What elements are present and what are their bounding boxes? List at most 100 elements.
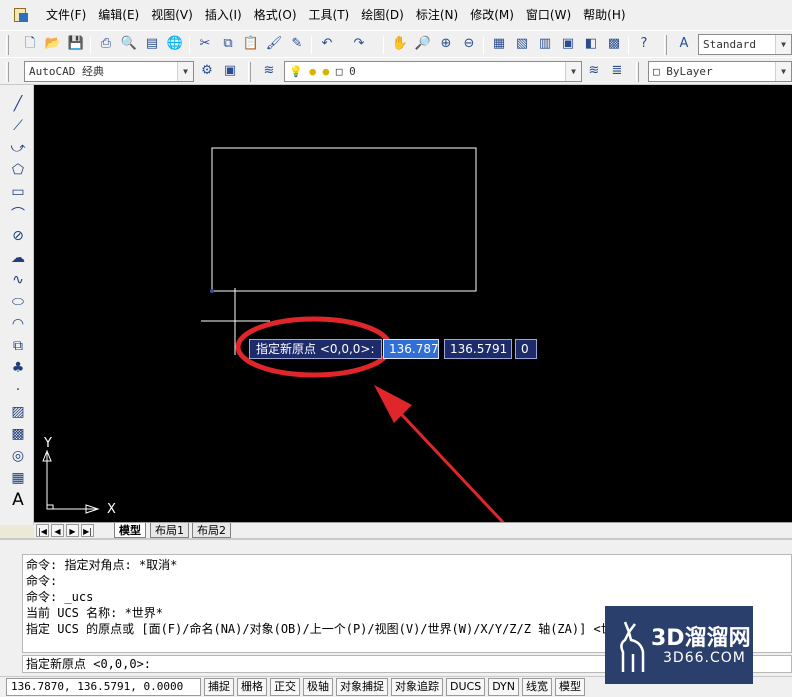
pan-icon[interactable]: ✋ (390, 34, 410, 54)
chevron-down-icon[interactable]: ▼ (775, 62, 791, 81)
toolbar-grip[interactable] (6, 35, 9, 55)
ellipse-icon[interactable]: ⬭ (7, 291, 29, 313)
menu-tools[interactable]: 工具(T) (303, 0, 356, 30)
tab-layout2[interactable]: 布局2 (192, 523, 231, 538)
layer-select[interactable]: 💡 ● ● □ 0 ▼ (284, 61, 582, 82)
menu-file[interactable]: 文件(F) (40, 0, 92, 30)
lineweight-toggle[interactable]: 线宽 (522, 678, 553, 696)
workspace-select[interactable]: AutoCAD 经典 ▼ (24, 61, 194, 82)
snap-toggle[interactable]: 捕捉 (204, 678, 234, 696)
publish-icon[interactable]: ▤ (142, 34, 162, 54)
design-center-icon[interactable]: ▧ (512, 34, 532, 54)
text-style-select[interactable]: Standard ▼ (698, 34, 792, 55)
multiline-text-icon[interactable]: A (7, 489, 29, 511)
block-editor-icon[interactable]: ✎ (287, 34, 307, 54)
arc-icon[interactable]: ⌒ (7, 203, 29, 225)
web-publish-icon[interactable]: 🌐 (165, 34, 185, 54)
menu-help[interactable]: 帮助(H) (577, 0, 631, 30)
insert-block-icon[interactable]: ⧉ (7, 335, 29, 357)
chevron-down-icon[interactable]: ▼ (775, 35, 791, 54)
undo-icon[interactable]: ↶ (317, 34, 337, 54)
rectangle-icon[interactable]: ▭ (7, 181, 29, 203)
open-icon[interactable]: 📂 (43, 34, 63, 54)
line-icon[interactable]: ╱ (7, 93, 29, 115)
text-style-icon[interactable]: A (674, 34, 694, 54)
ortho-toggle[interactable]: 正交 (270, 678, 300, 696)
zoom-realtime-icon[interactable]: 🔎 (413, 34, 433, 54)
dynamic-input-z-field[interactable]: 0 (515, 339, 537, 359)
last-tab-icon[interactable]: ▶| (81, 524, 94, 537)
ellipse-arc-icon[interactable]: ◠ (7, 313, 29, 335)
ducs-toggle[interactable]: DUCS (446, 678, 486, 696)
circle-icon[interactable]: ⊘ (7, 225, 29, 247)
cut-icon[interactable]: ✂ (195, 34, 215, 54)
new-icon[interactable]: 🗋 (20, 34, 40, 54)
redo-icon[interactable]: ↷ (349, 34, 369, 54)
menu-window[interactable]: 窗口(W) (520, 0, 577, 30)
workspace-settings-icon[interactable]: ⚙ (197, 61, 217, 81)
table-icon[interactable]: ▦ (7, 467, 29, 489)
toolbar-grip[interactable] (6, 62, 9, 82)
dynamic-input-x-field[interactable]: 136.787 (383, 339, 439, 359)
menu-dimension[interactable]: 标注(N) (410, 0, 464, 30)
menu-format[interactable]: 格式(O) (248, 0, 303, 30)
otrack-toggle[interactable]: 对象追踪 (391, 678, 443, 696)
markup-icon[interactable]: ◧ (581, 34, 601, 54)
polar-toggle[interactable]: 极轴 (303, 678, 333, 696)
properties-icon[interactable]: ▦ (489, 34, 509, 54)
point-icon[interactable]: · (7, 379, 29, 401)
next-tab-icon[interactable]: ▶ (66, 524, 79, 537)
chevron-down-icon[interactable]: ▼ (565, 62, 581, 81)
osnap-toggle[interactable]: 对象捕捉 (336, 678, 388, 696)
sheet-set-icon[interactable]: ▣ (558, 34, 578, 54)
make-block-icon[interactable]: ♣ (7, 357, 29, 379)
construction-line-icon[interactable]: ⟋ (7, 115, 29, 137)
revision-cloud-icon[interactable]: ☁ (7, 247, 29, 269)
chevron-down-icon[interactable]: ▼ (177, 62, 193, 81)
layer-thaw-icon[interactable]: ● (309, 65, 316, 78)
tab-model[interactable]: 模型 (114, 523, 146, 538)
region-icon[interactable]: ◎ (7, 445, 29, 467)
spline-icon[interactable]: ∿ (7, 269, 29, 291)
color-select[interactable]: □ ByLayer ▼ (648, 61, 792, 82)
menu-modify[interactable]: 修改(M) (464, 0, 520, 30)
menu-draw[interactable]: 绘图(D) (355, 0, 410, 30)
toolbar-grip[interactable] (664, 35, 667, 55)
layer-on-icon[interactable]: 💡 (289, 65, 303, 78)
zoom-previous-icon[interactable]: ⊖ (459, 34, 479, 54)
layer-manager-icon[interactable]: ≋ (259, 61, 279, 81)
hatch-icon[interactable]: ▨ (7, 401, 29, 423)
save-workspace-icon[interactable]: ▣ (220, 61, 240, 81)
layer-previous-icon[interactable]: ≣ (607, 61, 627, 81)
toolbar-grip[interactable] (636, 62, 639, 82)
dynamic-input-y-field[interactable]: 136.5791 (444, 339, 512, 359)
gradient-icon[interactable]: ▩ (7, 423, 29, 445)
print-icon[interactable]: ⎙ (96, 34, 116, 54)
autocad-app-icon[interactable] (12, 6, 30, 24)
toolbar-grip[interactable] (248, 62, 251, 82)
zoom-window-icon[interactable]: ⊕ (436, 34, 456, 54)
print-preview-icon[interactable]: 🔍 (119, 34, 139, 54)
drawing-canvas[interactable]: Y X 指定新原点 <0,0,0>: 136.787 136.5791 0 (34, 85, 792, 522)
layer-unlock-icon[interactable]: ● (323, 65, 330, 78)
polygon-icon[interactable]: ⬠ (7, 159, 29, 181)
tool-palettes-icon[interactable]: ▥ (535, 34, 555, 54)
first-tab-icon[interactable]: |◀ (36, 524, 49, 537)
grid-toggle[interactable]: 栅格 (237, 678, 267, 696)
match-properties-icon[interactable]: 🖌 (264, 34, 284, 54)
previous-tab-icon[interactable]: ◀ (51, 524, 64, 537)
polyline-icon[interactable]: ⤻ (7, 137, 29, 159)
save-icon[interactable]: 💾 (66, 34, 86, 54)
coordinate-readout[interactable]: 136.7870, 136.5791, 0.0000 (6, 678, 201, 696)
copy-icon[interactable]: ⧉ (218, 34, 238, 54)
calculator-icon[interactable]: ▩ (604, 34, 624, 54)
model-toggle[interactable]: 模型 (555, 678, 586, 696)
menu-insert[interactable]: 插入(I) (199, 0, 248, 30)
menu-edit[interactable]: 编辑(E) (92, 0, 145, 30)
dyn-toggle[interactable]: DYN (488, 678, 520, 696)
tab-layout1[interactable]: 布局1 (150, 523, 189, 538)
drawn-rectangle[interactable] (211, 147, 477, 292)
make-current-layer-icon[interactable]: ≋ (584, 61, 604, 81)
paste-icon[interactable]: 📋 (241, 34, 261, 54)
menu-view[interactable]: 视图(V) (145, 0, 199, 30)
